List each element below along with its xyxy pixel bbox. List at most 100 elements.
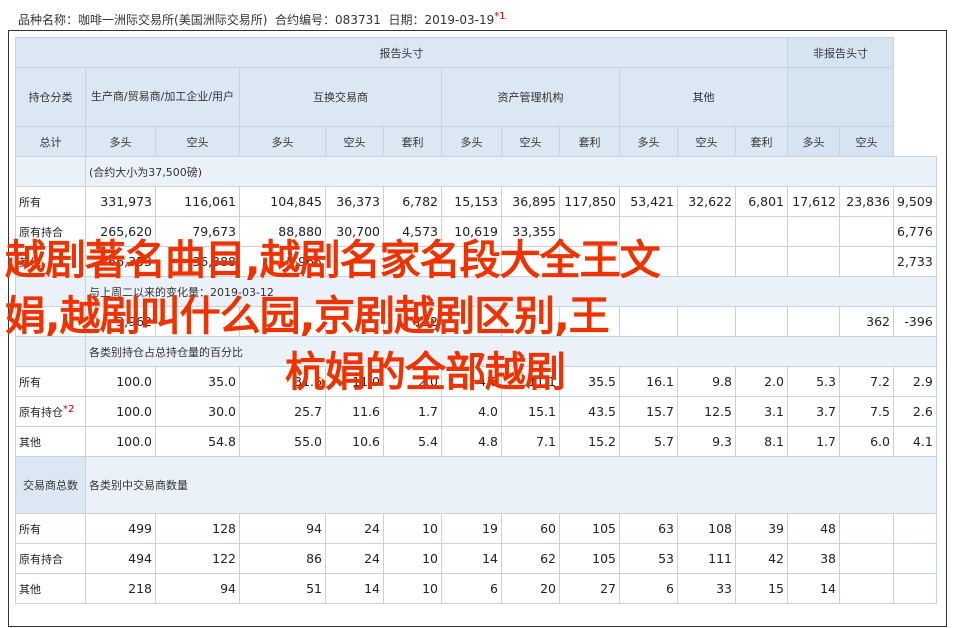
traders-cell <box>839 543 894 574</box>
positions-cell: 6,782 <box>383 186 442 217</box>
traders-cell: 499 <box>85 513 156 544</box>
long-header: 多头 <box>619 126 678 157</box>
long-header: 多头 <box>787 126 840 157</box>
percents-cell: 35.0 <box>155 366 240 397</box>
percents-row-label: 原有持仓*2 <box>15 396 86 427</box>
traders-cell: 63 <box>619 513 678 544</box>
short-header: 空头 <box>677 126 736 157</box>
positions-cell <box>839 216 894 247</box>
category-header: 持仓分类 <box>15 67 86 127</box>
percents-cell: 10.6 <box>325 426 384 457</box>
other-header: 其他 <box>619 67 788 127</box>
percents-cell: 2.9 <box>893 366 937 397</box>
managed-money-header: 资产管理机构 <box>441 67 620 127</box>
traders-cell: 20 <box>501 573 560 604</box>
changes-cell <box>787 306 840 337</box>
traders-cell: 27 <box>559 573 620 604</box>
percents-cell: 16.1 <box>619 366 678 397</box>
traders-cell: 94 <box>239 513 326 544</box>
positions-cell: 32,622 <box>677 186 736 217</box>
total-header: 总计 <box>15 126 86 157</box>
traders-cell: 108 <box>677 513 736 544</box>
traders-cell: 51 <box>239 573 326 604</box>
short-header: 空头 <box>155 126 240 157</box>
table-row: 原有持合 494 122 86 24 10 14 62 105 53 111 42 38 <box>15 543 937 574</box>
table-row: 所有 331,973 116,061 104,845 36,373 6,782 15,153… <box>15 186 937 217</box>
percents-cell: 100.0 <box>85 426 156 457</box>
percents-cell: 7.5 <box>839 396 894 427</box>
percents-cell: 4.0 <box>441 396 502 427</box>
overlay-line-1: 越剧著名曲目,越剧名家名段大全王文 <box>5 236 661 284</box>
percents-cell: 15.7 <box>619 396 678 427</box>
positions-cell: 104,845 <box>239 186 326 217</box>
percents-cell: 9.8 <box>677 366 736 397</box>
traders-cell: 53 <box>619 543 678 574</box>
percents-cell: 2.0 <box>735 366 788 397</box>
percents-cell: 25.7 <box>239 396 326 427</box>
positions-cell <box>787 216 840 247</box>
long-header: 多头 <box>239 126 326 157</box>
swap-header: 互换交易商 <box>239 67 442 127</box>
contract-code: 083731 <box>335 13 381 27</box>
percents-cell: 3.7 <box>787 396 840 427</box>
traders-cell: 10 <box>383 513 442 544</box>
nonreporting-header: 非报告头寸 <box>787 37 894 68</box>
positions-cell: 36,373 <box>325 186 384 217</box>
traders-cell: 128 <box>155 513 240 544</box>
traders-row-label: 其他 <box>15 573 86 604</box>
changes-cell: 362 <box>839 306 894 337</box>
long-header: 多头 <box>85 126 156 157</box>
changes-cell <box>735 306 788 337</box>
traders-cell: 14 <box>787 573 840 604</box>
contract-size-note: (合约大小为37,500磅) <box>85 156 937 187</box>
percents-cell: 9.3 <box>677 426 736 457</box>
traders-cell: 122 <box>155 543 240 574</box>
traders-cell: 10 <box>383 573 442 604</box>
producer-header: 生产商/贸易商/加工企业/用户 <box>85 67 240 127</box>
traders-cell: 19 <box>441 513 502 544</box>
positions-cell: 6,801 <box>735 186 788 217</box>
traders-cell <box>893 573 937 604</box>
positions-cell: 17,612 <box>787 186 840 217</box>
positions-cell <box>735 216 788 247</box>
positions-cell: 9,509 <box>893 186 937 217</box>
table-row: 所有 499 128 94 24 10 19 60 105 63 108 39 48 <box>15 513 937 544</box>
traders-cell: 6 <box>441 573 502 604</box>
traders-cell: 38 <box>787 543 840 574</box>
traders-cell: 14 <box>441 543 502 574</box>
percents-cell: 7.1 <box>501 426 560 457</box>
overlay-line-3: 杭娟的全部越剧 <box>285 348 566 396</box>
spread-header: 套利 <box>559 126 620 157</box>
percents-cell: 54.8 <box>155 426 240 457</box>
traders-cell: 62 <box>501 543 560 574</box>
positions-cell: 36,895 <box>501 186 560 217</box>
spread-header: 套利 <box>735 126 788 157</box>
percents-cell: 3.1 <box>735 396 788 427</box>
overlay-line-2: 娟,越剧叫什么园,京剧越剧区别,王 <box>5 292 610 340</box>
positions-cell <box>787 246 840 277</box>
traders-cell: 105 <box>559 513 620 544</box>
percents-cell: 30.0 <box>155 396 240 427</box>
page-title: 品种名称：咖啡一洲际交易所(美国洲际交易所) 合约编号：083731 日期：20… <box>18 11 506 27</box>
percents-cell: 5.3 <box>787 366 840 397</box>
positions-cell: 15,153 <box>441 186 502 217</box>
percents-cell: 15.1 <box>501 396 560 427</box>
traders-cell: 39 <box>735 513 788 544</box>
changes-cell <box>677 306 736 337</box>
positions-cell <box>735 246 788 277</box>
traders-cell: 6 <box>619 573 678 604</box>
positions-cell: 53,421 <box>619 186 678 217</box>
percents-cell: 5.4 <box>383 426 442 457</box>
percents-cell: 2.6 <box>893 396 937 427</box>
percents-cell: 11.6 <box>325 396 384 427</box>
traders-cell: 42 <box>735 543 788 574</box>
positions-cell: 116,061 <box>155 186 240 217</box>
traders-cell: 10 <box>383 543 442 574</box>
table-row: 其他 218 94 51 14 10 6 20 27 6 33 15 14 <box>15 573 937 604</box>
positions-cell: 117,850 <box>559 186 620 217</box>
percents-cell: 5.7 <box>619 426 678 457</box>
traders-cell: 60 <box>501 513 560 544</box>
footnote-1: *1 <box>494 11 506 22</box>
positions-cell: 23,836 <box>839 186 894 217</box>
percents-cell: 1.7 <box>787 426 840 457</box>
